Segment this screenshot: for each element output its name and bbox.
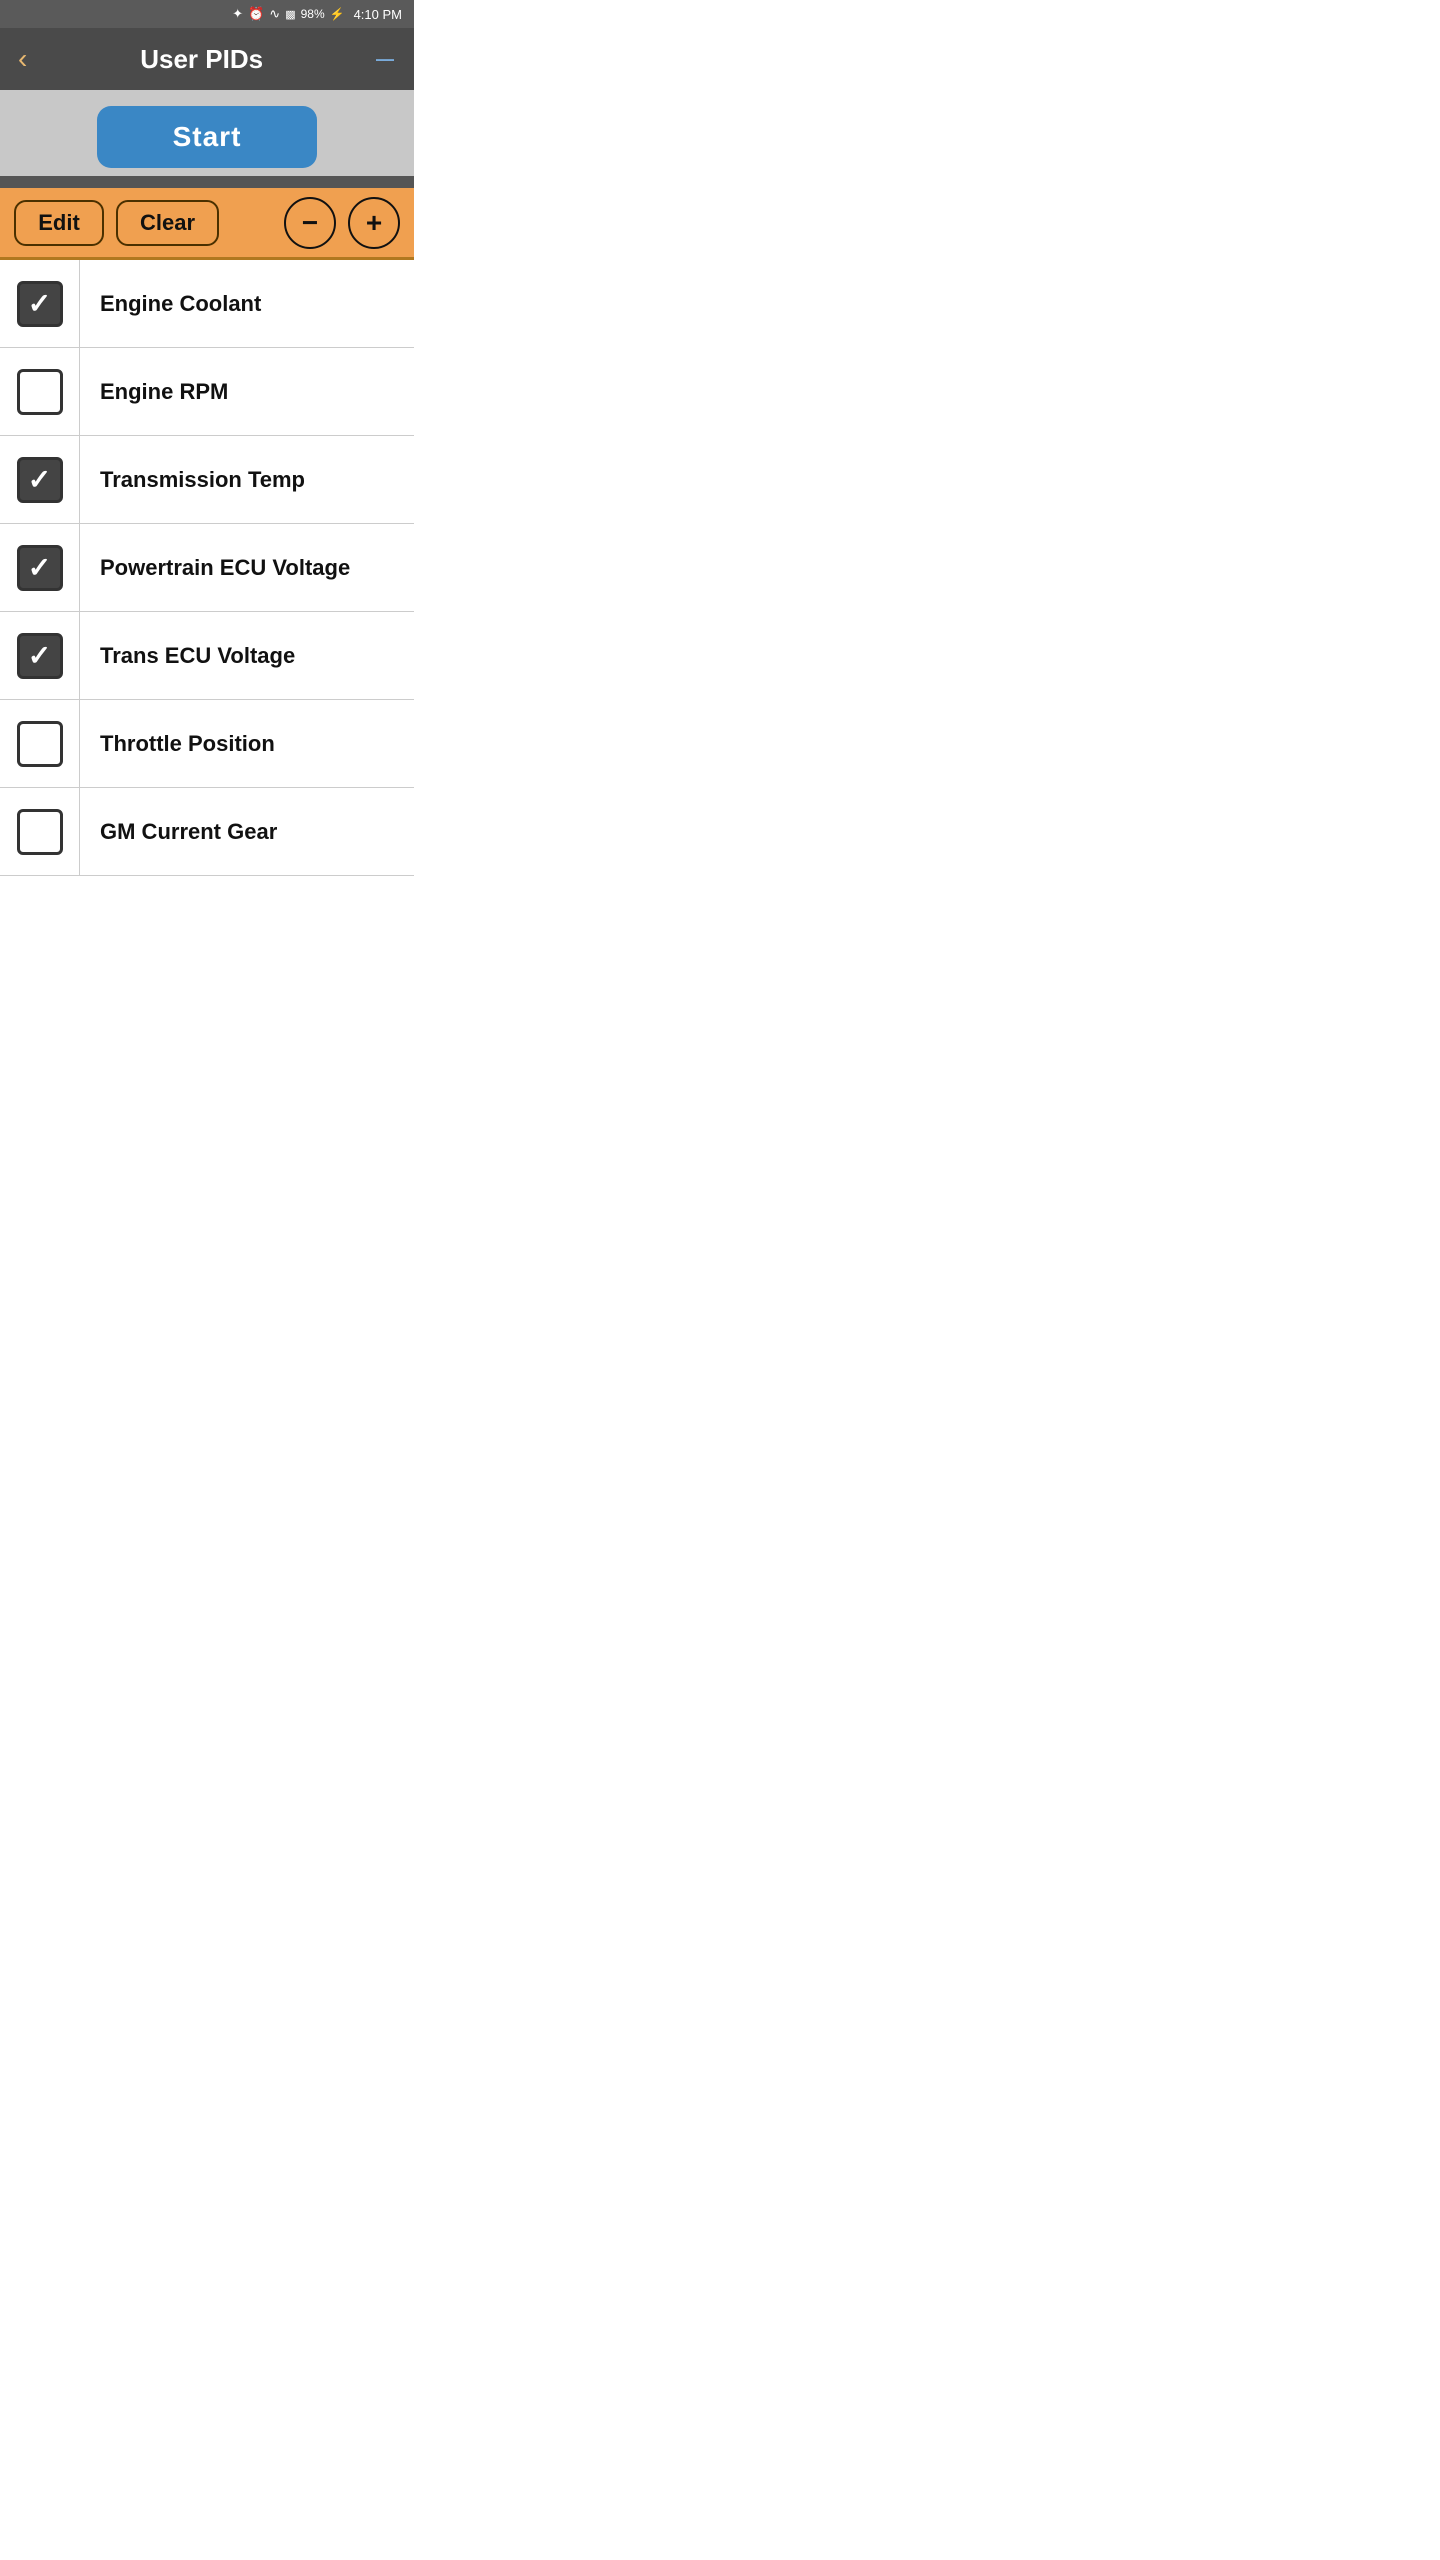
pid-label-transmission-temp: Transmission Temp — [80, 467, 305, 493]
checkbox-area — [0, 612, 80, 700]
checkbox-powertrain-ecu-voltage[interactable] — [17, 545, 63, 591]
status-icons: ✦ ⏰ ∿ ▩ 98% ⚡ 4:10 PM — [232, 6, 402, 22]
checkbox-area — [0, 788, 80, 876]
charging-icon: ⚡ — [330, 7, 345, 21]
checkbox-gm-current-gear[interactable] — [17, 809, 63, 855]
pid-label-throttle-position: Throttle Position — [80, 731, 275, 757]
pid-label-powertrain-ecu-voltage: Powertrain ECU Voltage — [80, 555, 350, 581]
minus-button[interactable]: − — [284, 197, 336, 249]
page-title: User PIDs — [140, 44, 263, 75]
start-area: Start — [0, 90, 414, 176]
checkbox-throttle-position[interactable] — [17, 721, 63, 767]
list-item[interactable]: Trans ECU Voltage — [0, 612, 414, 700]
nav-bar: ‹ User PIDs — — [0, 28, 414, 90]
pid-label-gm-current-gear: GM Current Gear — [80, 819, 277, 845]
bluetooth-icon: ✦ — [232, 6, 243, 22]
list-item[interactable]: Powertrain ECU Voltage — [0, 524, 414, 612]
toolbar: Edit Clear − + — [0, 188, 414, 260]
edit-button[interactable]: Edit — [14, 200, 104, 246]
start-button[interactable]: Start — [97, 106, 317, 168]
checkbox-area — [0, 700, 80, 788]
list-item[interactable]: Engine RPM — [0, 348, 414, 436]
signal-icon: ▩ — [285, 8, 295, 21]
list-item[interactable]: Throttle Position — [0, 700, 414, 788]
checkbox-area — [0, 524, 80, 612]
pid-list: Engine Coolant Engine RPM Transmission Tem… — [0, 260, 414, 876]
time-text: 4:10 PM — [354, 7, 402, 22]
list-item[interactable]: GM Current Gear — [0, 788, 414, 876]
wifi-icon: ∿ — [269, 6, 280, 22]
clear-button[interactable]: Clear — [116, 200, 219, 246]
alarm-icon: ⏰ — [248, 6, 264, 22]
plus-button[interactable]: + — [348, 197, 400, 249]
back-button[interactable]: ‹ — [18, 45, 27, 73]
status-bar: ✦ ⏰ ∿ ▩ 98% ⚡ 4:10 PM — [0, 0, 414, 28]
pid-label-engine-rpm: Engine RPM — [80, 379, 228, 405]
list-item[interactable]: Engine Coolant — [0, 260, 414, 348]
checkbox-area — [0, 348, 80, 436]
checkbox-area — [0, 260, 80, 348]
checkbox-engine-rpm[interactable] — [17, 369, 63, 415]
checkbox-transmission-temp[interactable] — [17, 457, 63, 503]
empty-area — [0, 876, 414, 1076]
divider — [0, 176, 414, 188]
pid-label-trans-ecu-voltage: Trans ECU Voltage — [80, 643, 295, 669]
checkbox-trans-ecu-voltage[interactable] — [17, 633, 63, 679]
pid-label-engine-coolant: Engine Coolant — [80, 291, 261, 317]
list-item[interactable]: Transmission Temp — [0, 436, 414, 524]
menu-button[interactable]: — — [376, 49, 396, 70]
checkbox-engine-coolant[interactable] — [17, 281, 63, 327]
battery-text: 98% — [301, 7, 325, 21]
checkbox-area — [0, 436, 80, 524]
